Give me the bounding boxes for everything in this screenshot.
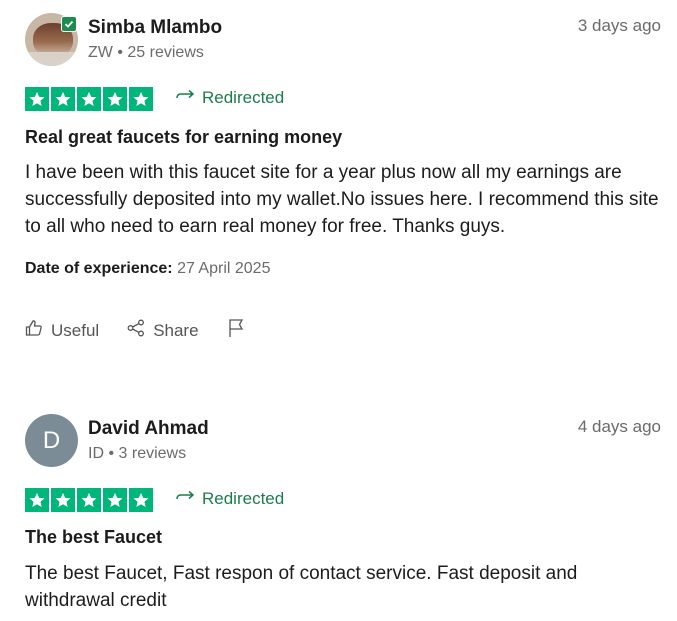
reviewer-name[interactable]: Simba Mlambo	[88, 17, 222, 39]
star-rating	[25, 87, 153, 111]
review-body: I have been with this faucet site for a …	[25, 162, 659, 237]
experience-label: Date of experience:	[25, 260, 173, 277]
meta-separator: •	[108, 445, 115, 462]
reviewer-meta: ZW • 25 reviews	[88, 44, 204, 62]
useful-button[interactable]: Useful	[25, 319, 99, 342]
redirected-label: Redirected	[202, 489, 285, 508]
star-rating	[25, 488, 153, 512]
star-icon	[103, 87, 127, 111]
star-icon	[51, 488, 75, 512]
reviewer-review-count: 3 reviews	[118, 445, 187, 462]
review-title[interactable]: Real great faucets for earning money	[25, 127, 342, 148]
star-icon	[25, 87, 49, 111]
review-title[interactable]: The best Faucet	[25, 527, 162, 548]
review-date: 4 days ago	[577, 417, 661, 436]
share-icon	[127, 319, 145, 342]
share-label: Share	[153, 320, 199, 340]
redirected-status[interactable]: Redirected	[176, 489, 284, 509]
redirected-label: Redirected	[202, 88, 285, 107]
reviewer-avatar[interactable]: D	[25, 414, 78, 467]
thumbs-up-icon	[25, 319, 43, 342]
experience-date: 27 April 2025	[177, 260, 271, 277]
flag-icon	[227, 318, 245, 343]
reviewer-name[interactable]: David Ahmad	[88, 418, 209, 440]
reviewer-review-count: 25 reviews	[127, 44, 204, 61]
verified-badge-icon	[61, 16, 77, 32]
share-button[interactable]: Share	[127, 319, 199, 342]
useful-label: Useful	[51, 320, 100, 340]
review-body: The best Faucet, Fast respon of contact …	[25, 563, 578, 611]
redirect-arrow-icon	[176, 489, 196, 509]
reviewer-meta: ID • 3 reviews	[88, 445, 186, 463]
star-icon	[129, 488, 153, 512]
star-icon	[129, 87, 153, 111]
star-icon	[103, 488, 127, 512]
date-of-experience: Date of experience: 27 April 2025	[25, 260, 270, 278]
star-icon	[77, 87, 101, 111]
report-button[interactable]	[227, 318, 245, 343]
review-actions: Useful Share	[25, 318, 273, 343]
redirected-status[interactable]: Redirected	[176, 88, 284, 108]
reviewer-country: ID	[88, 445, 104, 462]
reviewer-country: ZW	[88, 44, 113, 61]
star-icon	[25, 488, 49, 512]
review-date: 3 days ago	[577, 16, 661, 35]
meta-separator: •	[117, 44, 123, 61]
star-icon	[51, 87, 75, 111]
star-icon	[77, 488, 101, 512]
redirect-arrow-icon	[176, 88, 196, 108]
